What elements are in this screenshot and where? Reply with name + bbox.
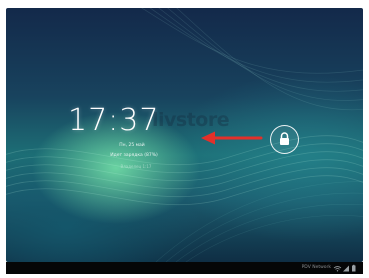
red-arrow-left-icon bbox=[201, 131, 263, 145]
clock-date: Пн, 25 май bbox=[119, 143, 145, 148]
owner-info: Владелец 1:17 bbox=[120, 164, 152, 169]
clock-time: 17:37 bbox=[68, 103, 160, 138]
wifi-icon bbox=[333, 266, 342, 272]
signal-icon bbox=[343, 265, 349, 272]
wallpaper-waves bbox=[6, 8, 363, 262]
battery-icon bbox=[352, 264, 356, 272]
lock-icon bbox=[280, 132, 289, 145]
status-icons bbox=[333, 264, 356, 272]
status-bar: PDV Network bbox=[6, 262, 363, 274]
charging-status: Идет зарядка (87%) bbox=[110, 153, 158, 158]
unlock-handle[interactable] bbox=[270, 125, 299, 154]
lock-screen: livstore 17:37 Пн, 25 май Идет зарядка (… bbox=[6, 8, 363, 262]
network-name: PDV Network bbox=[301, 265, 331, 270]
